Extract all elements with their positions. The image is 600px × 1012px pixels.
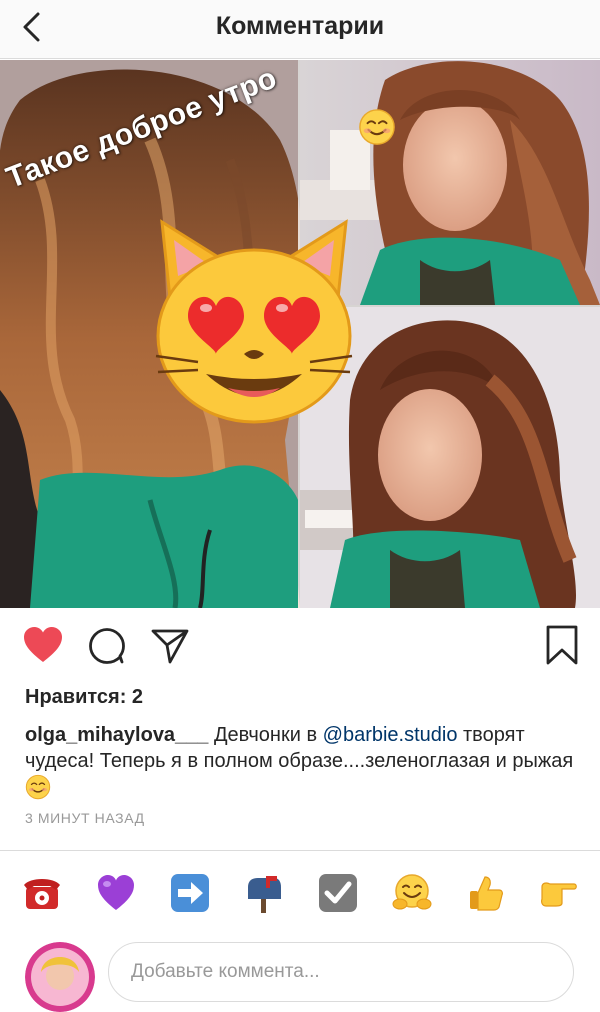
check-mark-icon[interactable] bbox=[318, 873, 358, 913]
right-arrow-icon[interactable] bbox=[170, 873, 210, 913]
post-timestamp: 3 МИНУТ НАЗАД bbox=[25, 810, 145, 826]
smiling-face-icon bbox=[25, 774, 51, 800]
mailbox-icon[interactable] bbox=[244, 873, 284, 913]
comment-composer bbox=[0, 932, 600, 1012]
caption-text-start: Девчонки в bbox=[208, 724, 323, 746]
post-photo[interactable]: Такое доброе утро bbox=[0, 60, 600, 608]
paper-plane-icon[interactable] bbox=[150, 626, 190, 666]
bookmark-icon[interactable] bbox=[545, 624, 579, 666]
hugging-face-icon[interactable] bbox=[392, 873, 432, 913]
smiling-face-icon bbox=[359, 109, 395, 145]
avatar[interactable] bbox=[25, 942, 95, 1012]
post-action-bar bbox=[0, 608, 600, 682]
likes-count[interactable]: Нравится: 2 bbox=[25, 686, 143, 709]
smiling-cat-heart-eyes-icon bbox=[155, 219, 353, 424]
caption-mention-link[interactable]: @barbie.studio bbox=[323, 724, 458, 746]
comment-input[interactable] bbox=[108, 942, 574, 1002]
pointing-right-icon[interactable] bbox=[538, 873, 578, 913]
top-bar: Комментарии bbox=[0, 0, 600, 59]
speech-bubble-icon[interactable] bbox=[87, 626, 127, 666]
purple-heart-icon[interactable] bbox=[96, 873, 136, 913]
heart-filled-icon[interactable] bbox=[22, 626, 64, 664]
page-title: Комментарии bbox=[215, 12, 385, 40]
thumbs-up-icon[interactable] bbox=[466, 873, 506, 913]
caption-username[interactable]: olga_mihaylova___ bbox=[25, 724, 208, 746]
post-caption: olga_mihaylova___ Девчонки в @barbie.stu… bbox=[25, 722, 580, 802]
telephone-icon[interactable] bbox=[22, 873, 62, 913]
quick-emoji-bar bbox=[0, 850, 600, 933]
